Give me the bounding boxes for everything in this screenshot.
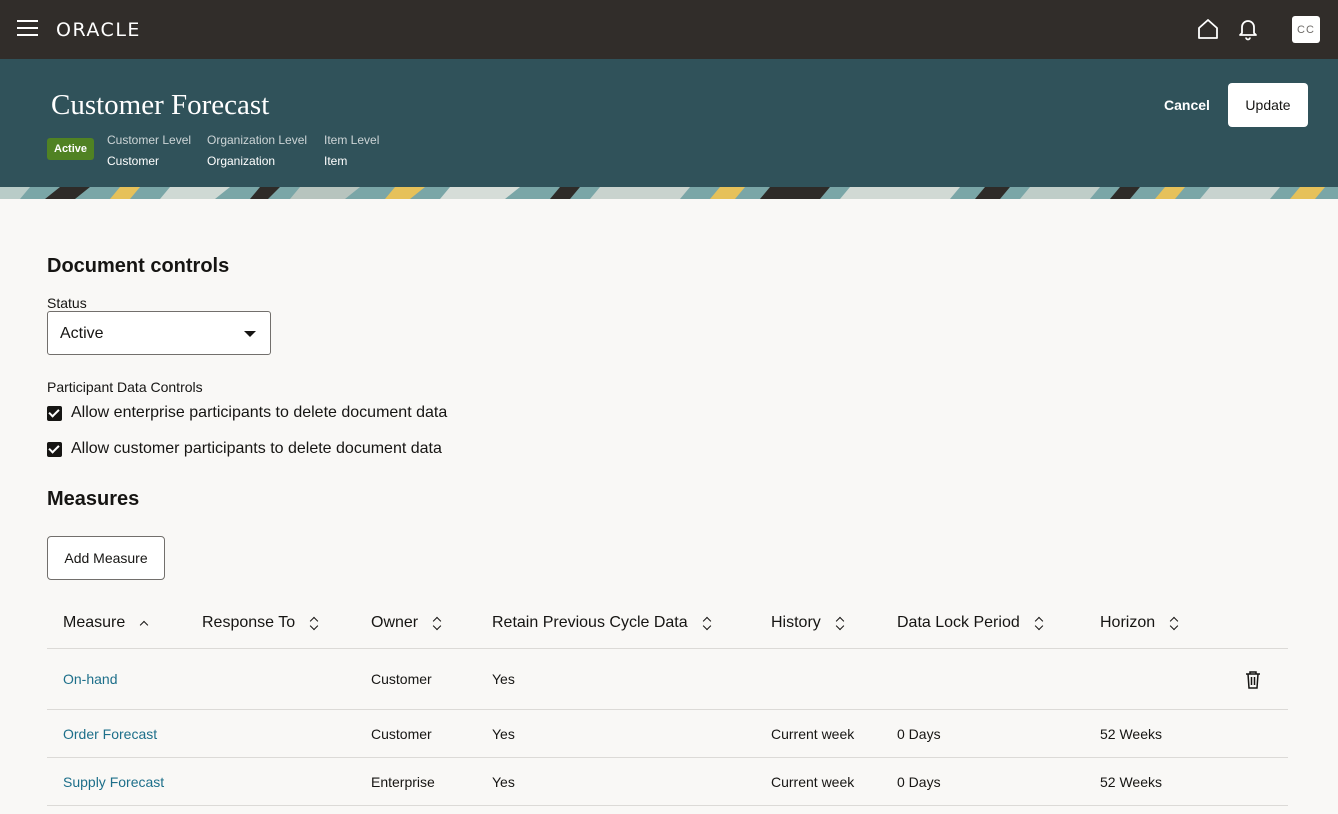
status-select-value: Active — [60, 325, 104, 342]
sort-icon[interactable] — [1034, 615, 1044, 631]
checkbox-label: Allow customer participants to delete do… — [71, 440, 442, 457]
delete-icon[interactable] — [1244, 670, 1262, 689]
decorative-banner-pattern — [0, 187, 1338, 199]
owner-cell: Customer — [371, 726, 432, 742]
column-label: Retain Previous Cycle Data — [492, 614, 688, 631]
retain-cell: Yes — [492, 671, 515, 687]
column-header-horizon[interactable]: Horizon — [1100, 614, 1179, 632]
table-row: Supply Forecast Enterprise Yes Current w… — [47, 758, 1288, 806]
status-badge: Active — [47, 138, 95, 160]
horizon-cell: 52 Weeks — [1100, 774, 1162, 790]
sort-icon[interactable] — [702, 615, 712, 631]
cancel-button[interactable]: Cancel — [1152, 83, 1222, 127]
customer-level-meta: Customer Level Customer — [107, 133, 191, 168]
column-header-history[interactable]: History — [771, 614, 845, 632]
measure-link[interactable]: Supply Forecast — [63, 774, 164, 790]
document-controls-heading: Document controls — [47, 255, 230, 277]
customer-delete-checkbox-row[interactable]: Allow customer participants to delete do… — [47, 439, 442, 459]
customer-delete-checkbox[interactable] — [47, 441, 62, 457]
top-navigation-bar: ORACLE CC — [0, 0, 1338, 59]
column-header-measure[interactable]: Measure — [63, 614, 149, 632]
meta-key: Customer Level — [107, 133, 192, 147]
meta-value: Customer — [107, 154, 160, 168]
update-button[interactable]: Update — [1228, 83, 1308, 127]
organization-level-meta: Organization Level Organization — [207, 133, 307, 168]
retain-cell: Yes — [492, 774, 515, 790]
measure-link[interactable]: Order Forecast — [63, 726, 157, 742]
column-label: Owner — [371, 614, 419, 631]
page-header: Customer Forecast Active Customer Level … — [0, 59, 1338, 187]
page-title: Customer Forecast — [51, 89, 270, 121]
meta-key: Item Level — [324, 133, 380, 147]
retain-cell: Yes — [492, 726, 515, 742]
data-lock-cell: 0 Days — [897, 726, 941, 742]
bell-icon[interactable] — [1236, 17, 1260, 41]
avatar[interactable]: CC — [1292, 16, 1320, 43]
measures-table-header: Measure Response To Owner Retain Previou… — [47, 600, 1288, 649]
horizon-cell: 52 Weeks — [1100, 726, 1162, 742]
add-measure-button[interactable]: Add Measure — [47, 536, 165, 580]
oracle-logo: ORACLE — [56, 19, 141, 41]
meta-value: Organization — [207, 154, 276, 168]
measure-link[interactable]: On-hand — [63, 671, 117, 687]
status-label: Status — [47, 295, 87, 311]
history-cell: Current week — [771, 726, 855, 742]
meta-value: Item — [324, 154, 348, 168]
table-row: Order Forecast Customer Yes Current week… — [47, 710, 1288, 758]
column-label: Horizon — [1100, 614, 1156, 631]
enterprise-delete-checkbox[interactable] — [47, 405, 62, 421]
caret-down-icon — [244, 331, 256, 337]
column-header-data-lock-period[interactable]: Data Lock Period — [897, 614, 1044, 632]
enterprise-delete-checkbox-row[interactable]: Allow enterprise participants to delete … — [47, 403, 447, 423]
sort-icon[interactable] — [309, 615, 319, 631]
column-header-response-to[interactable]: Response To — [202, 614, 319, 632]
column-header-retain[interactable]: Retain Previous Cycle Data — [492, 614, 712, 632]
column-label: History — [771, 614, 821, 631]
owner-cell: Customer — [371, 671, 432, 687]
table-row: On-hand Customer Yes — [47, 649, 1288, 710]
column-label: Measure — [63, 614, 126, 631]
item-level-meta: Item Level Item — [324, 133, 379, 168]
data-lock-cell: 0 Days — [897, 774, 941, 790]
participant-data-controls-label: Participant Data Controls — [47, 379, 203, 395]
sort-icon[interactable] — [1169, 615, 1179, 631]
owner-cell: Enterprise — [371, 774, 435, 790]
checkbox-label: Allow enterprise participants to delete … — [71, 404, 448, 421]
status-select[interactable]: Active — [47, 311, 271, 355]
history-cell: Current week — [771, 774, 855, 790]
column-header-owner[interactable]: Owner — [371, 614, 442, 632]
measures-heading: Measures — [47, 488, 140, 510]
sort-icon[interactable] — [835, 615, 845, 631]
sort-ascending-icon[interactable] — [139, 618, 149, 628]
meta-key: Organization Level — [207, 133, 308, 147]
column-label: Data Lock Period — [897, 614, 1020, 631]
home-icon[interactable] — [1196, 17, 1220, 41]
sort-icon[interactable] — [432, 615, 442, 631]
column-label: Response To — [202, 614, 296, 631]
menu-icon[interactable] — [17, 20, 38, 38]
